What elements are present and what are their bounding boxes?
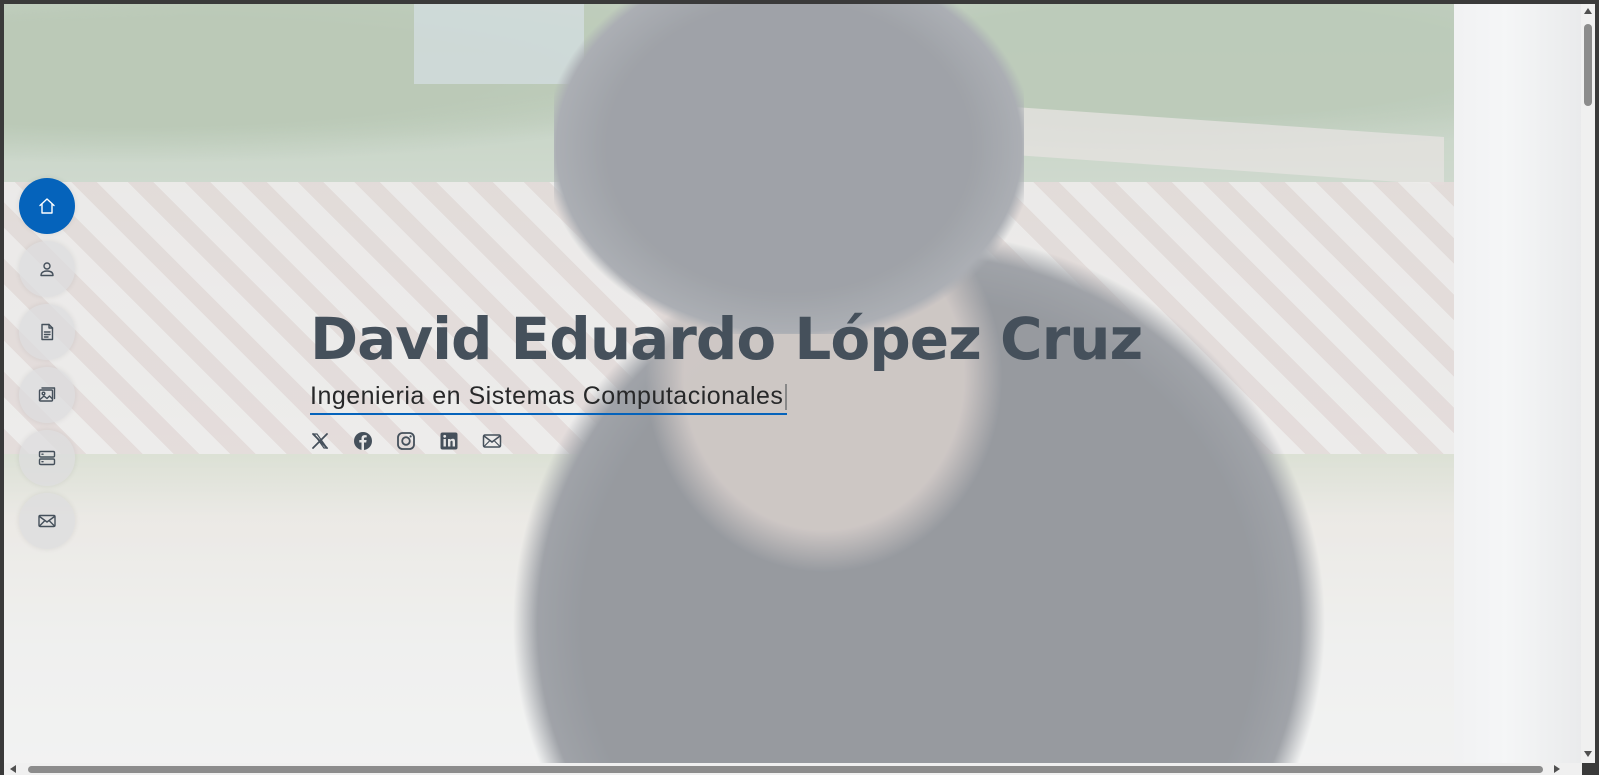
home-icon [39,198,55,214]
typed-text: Ingenieria en Sistemas Computacionales [310,382,784,410]
page-viewport: David Eduardo López Cruz Ingenieria en S… [4,4,1582,763]
instagram-link[interactable] [396,431,416,451]
twitter-x-icon [312,433,329,449]
instagram-icon [397,432,415,450]
twitter-x-link[interactable] [310,431,330,451]
vertical-scroll-thumb[interactable] [1584,24,1592,106]
hero-name: David Eduardo López Cruz [310,305,1143,373]
facebook-link[interactable] [353,431,373,451]
nav-services[interactable] [19,430,75,486]
nav-contact[interactable] [19,493,75,549]
linkedin-link[interactable] [439,431,459,451]
person-icon [40,262,54,277]
images-icon [38,387,56,402]
vertical-scrollbar[interactable] [1581,4,1595,763]
social-links [310,431,1142,451]
facebook-icon [354,432,372,450]
scroll-right-arrow-icon[interactable] [1554,765,1560,773]
typing-cursor [785,384,788,411]
horizontal-scroll-thumb[interactable] [28,766,1543,773]
linkedin-icon [440,432,458,450]
envelope-icon [482,434,502,448]
hero-subtitle: Ingenieria en Sistemas Computacionales [310,382,788,415]
scroll-left-arrow-icon[interactable] [10,765,16,773]
nav-about[interactable] [19,241,75,297]
file-text-icon [41,323,54,341]
nav-resume[interactable] [19,304,75,360]
envelope-icon [38,514,56,528]
nav-home[interactable] [19,178,75,234]
email-link[interactable] [482,431,502,451]
scroll-down-arrow-icon[interactable] [1584,751,1592,757]
hero-content: David Eduardo López Cruz Ingenieria en S… [310,302,1143,451]
side-navigation [19,178,75,549]
horizontal-scrollbar[interactable] [4,763,1582,775]
scroll-up-arrow-icon[interactable] [1584,8,1592,14]
nav-portfolio[interactable] [19,367,75,423]
server-icon [38,450,56,466]
browser-window: David Eduardo López Cruz Ingenieria en S… [0,0,1599,775]
